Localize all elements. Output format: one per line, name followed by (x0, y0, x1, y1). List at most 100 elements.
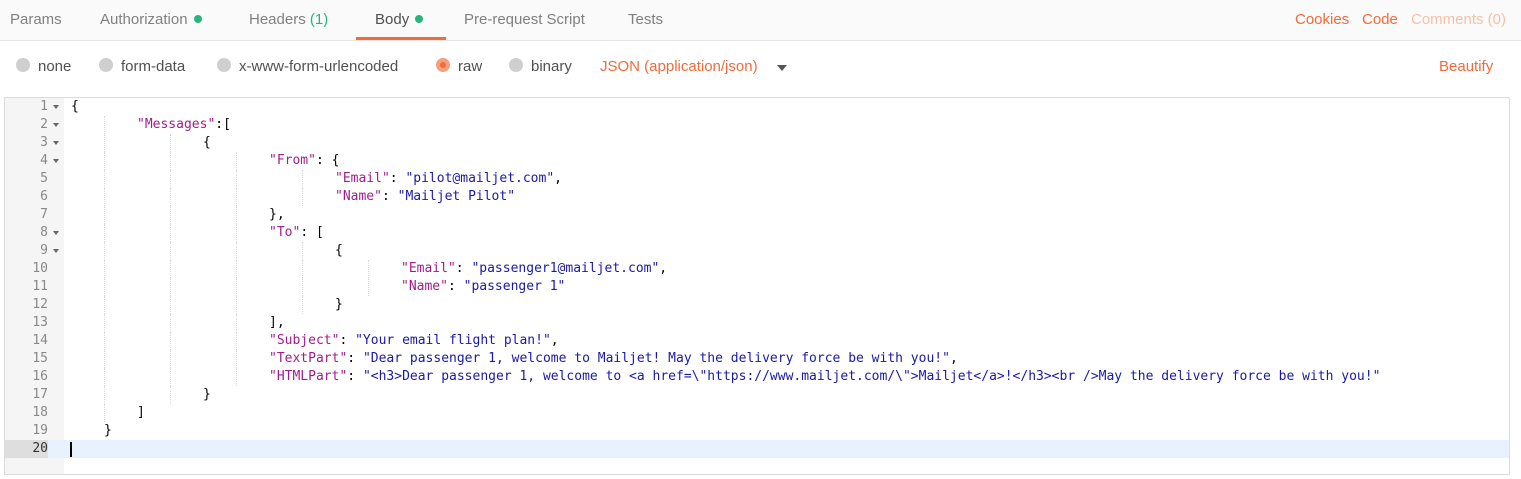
indent-guide (302, 188, 303, 206)
line-number: 20 (5, 440, 48, 458)
content-type-select[interactable]: JSON (application/json) (600, 57, 758, 77)
code-line[interactable]: 19} (5, 422, 1509, 440)
radio-binary-label: binary (531, 58, 572, 75)
json-key: "To" (269, 225, 301, 240)
code-line[interactable]: 15 "TextPart": "Dear passenger 1, welcome… (5, 350, 1509, 368)
json-string: "Dear passenger 1, welcome to Mailjet! M… (362, 351, 950, 366)
code-text: } (335, 296, 343, 314)
json-string: "Mailjet Pilot" (397, 189, 516, 204)
indent-guide (104, 188, 105, 206)
line-number: 18 (32, 405, 48, 420)
json-key: "Name" (401, 279, 448, 294)
code-line[interactable]: 12} (5, 296, 1509, 314)
code-text: ] (137, 404, 145, 422)
radio-form-data-label: form-data (121, 58, 186, 75)
code-line[interactable]: 11 "Name": "passenger 1" (5, 278, 1509, 296)
json-punctuation: : (389, 171, 406, 186)
fold-arrow-icon[interactable] (52, 98, 62, 116)
indent-guide (302, 296, 303, 314)
code-line[interactable]: 9{ (5, 242, 1509, 260)
indent-guide (302, 278, 303, 296)
json-punctuation: , (949, 351, 958, 366)
code-line[interactable]: 1{ (5, 98, 1509, 116)
code-line[interactable]: 2 "Messages":[ (5, 116, 1509, 134)
json-punctuation: : (347, 369, 363, 384)
tab-pre-request-script[interactable]: Pre-request Script (464, 0, 585, 40)
indent-guide (104, 260, 105, 278)
indent-guide (236, 188, 237, 206)
text-cursor (70, 442, 72, 457)
indent-guide (236, 242, 237, 260)
indent-guide (368, 278, 369, 296)
code-line[interactable]: 8 "To": [ (5, 224, 1509, 242)
chevron-down-icon[interactable] (777, 65, 787, 71)
request-tab-bar: Params Authorization Headers (1) Body Pr… (0, 0, 1521, 41)
json-punctuation: }, (269, 207, 285, 222)
json-punctuation: { (71, 99, 79, 114)
code-line[interactable]: 3{ (5, 134, 1509, 152)
code-line[interactable]: 20 (5, 440, 1509, 458)
code-link[interactable]: Code (1362, 0, 1398, 40)
code-text: }, (269, 206, 285, 224)
indent-guide (104, 278, 105, 296)
line-number: 6 (40, 189, 48, 204)
tab-body[interactable]: Body (375, 0, 424, 40)
tab-headers[interactable]: Headers (1) (249, 0, 328, 40)
line-number: 19 (32, 423, 48, 438)
fold-arrow-icon[interactable] (52, 242, 62, 260)
tab-params[interactable]: Params (10, 0, 62, 40)
indent-guide (170, 332, 171, 350)
fold-arrow-icon[interactable] (52, 116, 62, 134)
code-line[interactable]: 16 "HTMLPart": "<h3>Dear passenger 1, wel… (5, 368, 1509, 386)
tab-pre-request-script-label: Pre-request Script (464, 11, 585, 28)
radio-x-www-form-urlencoded-label: x-www-form-urlencoded (239, 58, 399, 75)
tab-tests[interactable]: Tests (628, 0, 663, 40)
json-punctuation: : (339, 333, 356, 348)
code-text: } (104, 422, 112, 440)
json-punctuation: : (381, 189, 398, 204)
tab-params-label: Params (10, 11, 62, 28)
code-line[interactable]: 6 "Name": "Mailjet Pilot" (5, 188, 1509, 206)
code-line[interactable]: 5 "Email": "pilot@mailjet.com", (5, 170, 1509, 188)
code-line[interactable]: 7}, (5, 206, 1509, 224)
json-key: "Name" (335, 189, 382, 204)
cookies-link[interactable]: Cookies (1295, 0, 1349, 40)
line-number: 7 (40, 207, 48, 222)
code-line[interactable]: 18] (5, 404, 1509, 422)
status-dot-icon (193, 15, 202, 23)
code-line[interactable]: 10 "Email": "passenger1@mailjet.com", (5, 260, 1509, 278)
json-punctuation: : { (315, 153, 340, 168)
code-line[interactable]: 13], (5, 314, 1509, 332)
line-number: 10 (32, 261, 48, 276)
code-text: "HTMLPart": "<h3>Dear passenger 1, welco… (269, 368, 1380, 386)
json-punctuation: , (554, 171, 562, 186)
json-key: "HTMLPart" (269, 369, 348, 384)
code-line[interactable]: 4 "From": { (5, 152, 1509, 170)
code-text: { (335, 242, 343, 260)
code-text: ], (269, 314, 285, 332)
line-number: 12 (32, 297, 48, 312)
code-line[interactable]: 14 "Subject": "Your email flight plan!", (5, 332, 1509, 350)
code-editor[interactable]: 1{2 "Messages":[3{4 "From": {5 "Email": "pi… (4, 97, 1510, 475)
code-text: "Email": "passenger1@mailjet.com", (401, 260, 667, 278)
fold-arrow-icon[interactable] (52, 152, 62, 170)
comments-link[interactable]: Comments (0) (1411, 0, 1506, 40)
fold-arrow-icon[interactable] (52, 224, 62, 242)
indent-guide (170, 278, 171, 296)
code-text: } (203, 386, 211, 404)
tab-authorization[interactable]: Authorization (100, 0, 202, 40)
indent-guide (104, 206, 105, 224)
indent-guide (104, 152, 105, 170)
indent-guide (302, 170, 303, 188)
indent-guide (170, 350, 171, 368)
json-punctuation: } (104, 423, 112, 438)
fold-arrow-icon[interactable] (52, 134, 62, 152)
json-punctuation: : (455, 261, 472, 276)
indent-guide (170, 206, 171, 224)
code-line[interactable]: 17} (5, 386, 1509, 404)
json-key: "Messages" (137, 117, 216, 132)
json-key: "From" (269, 153, 316, 168)
code-text: "TextPart": "Dear passenger 1, welcome t… (269, 350, 958, 368)
beautify-button[interactable]: Beautify (1439, 57, 1493, 77)
indent-guide (236, 260, 237, 278)
